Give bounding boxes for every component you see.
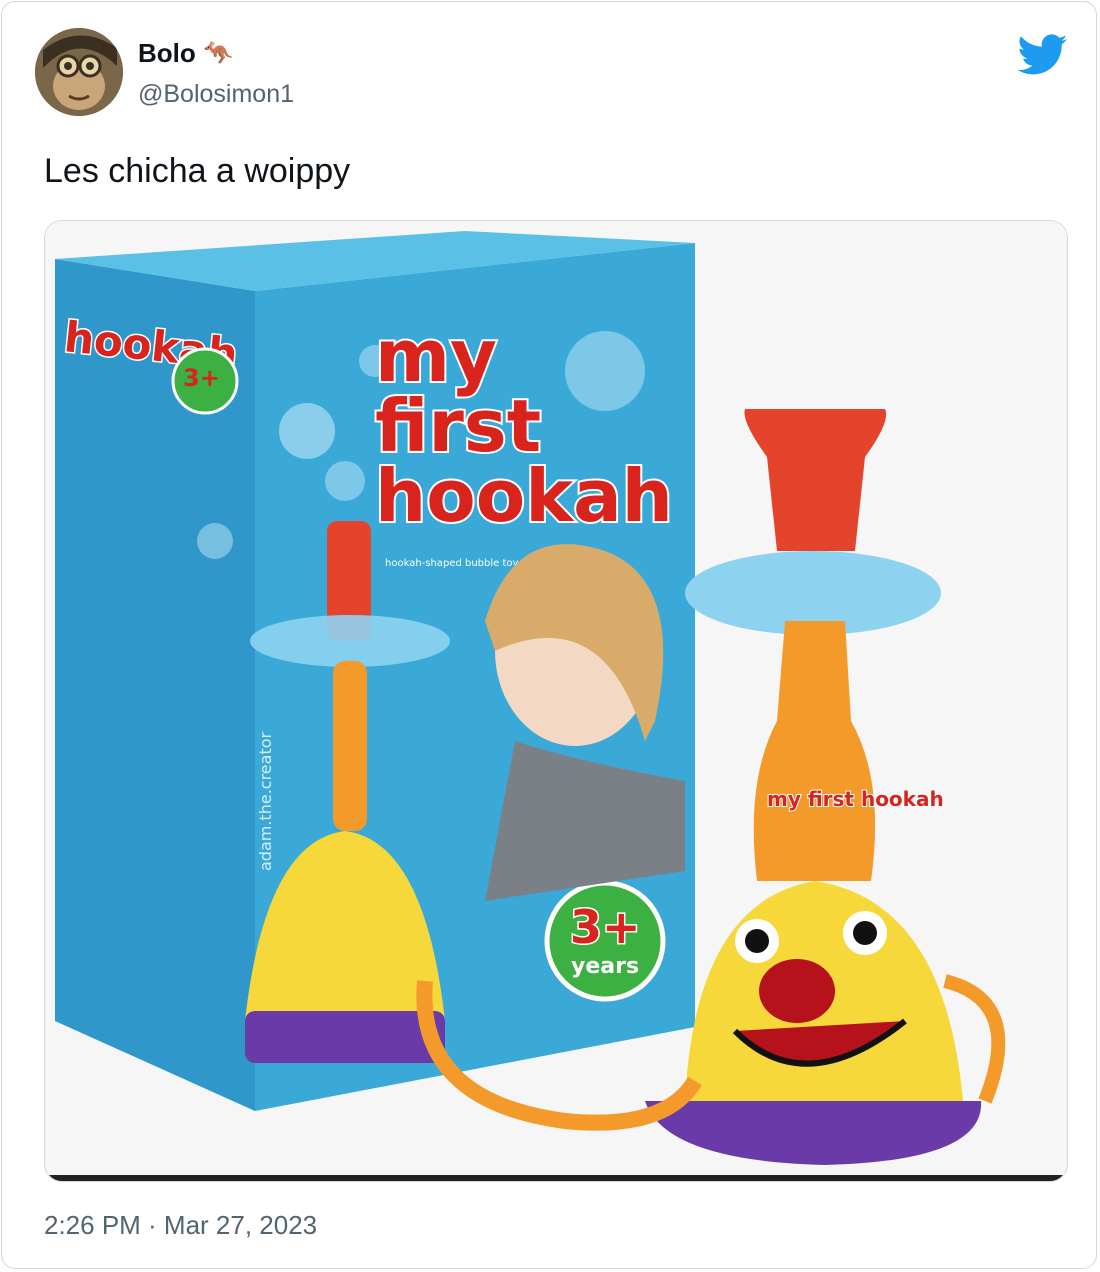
box-subtitle: hookah-shaped bubble toy [385, 558, 518, 569]
age-badge-number: 3+ [570, 900, 641, 954]
author-handle[interactable]: @Bolosimon1 [138, 80, 294, 109]
age-badge-label: years [571, 954, 639, 979]
toy-label: my first hookah [767, 787, 944, 811]
box-title-line3: hookah [375, 454, 673, 538]
kangaroo-emoji: 🦘 [203, 40, 234, 67]
twitter-bird-icon[interactable] [1017, 34, 1068, 76]
side-badge-number: 3+ [183, 364, 220, 392]
tweet-media-image[interactable]: my first hookah hookah-shaped bubble toy… [44, 220, 1068, 1182]
side-watermark: adam.the.creator [256, 731, 275, 871]
author-name[interactable]: Bolo [138, 38, 196, 69]
tweet-timestamp[interactable]: 2:26 PM · Mar 27, 2023 [44, 1210, 317, 1241]
avatar[interactable] [35, 28, 123, 116]
tweet-text: Les chicha a woippy [44, 152, 351, 190]
tweet-card: Bolo 🦘 @Bolosimon1 Les chicha a woippy m… [1, 1, 1097, 1269]
